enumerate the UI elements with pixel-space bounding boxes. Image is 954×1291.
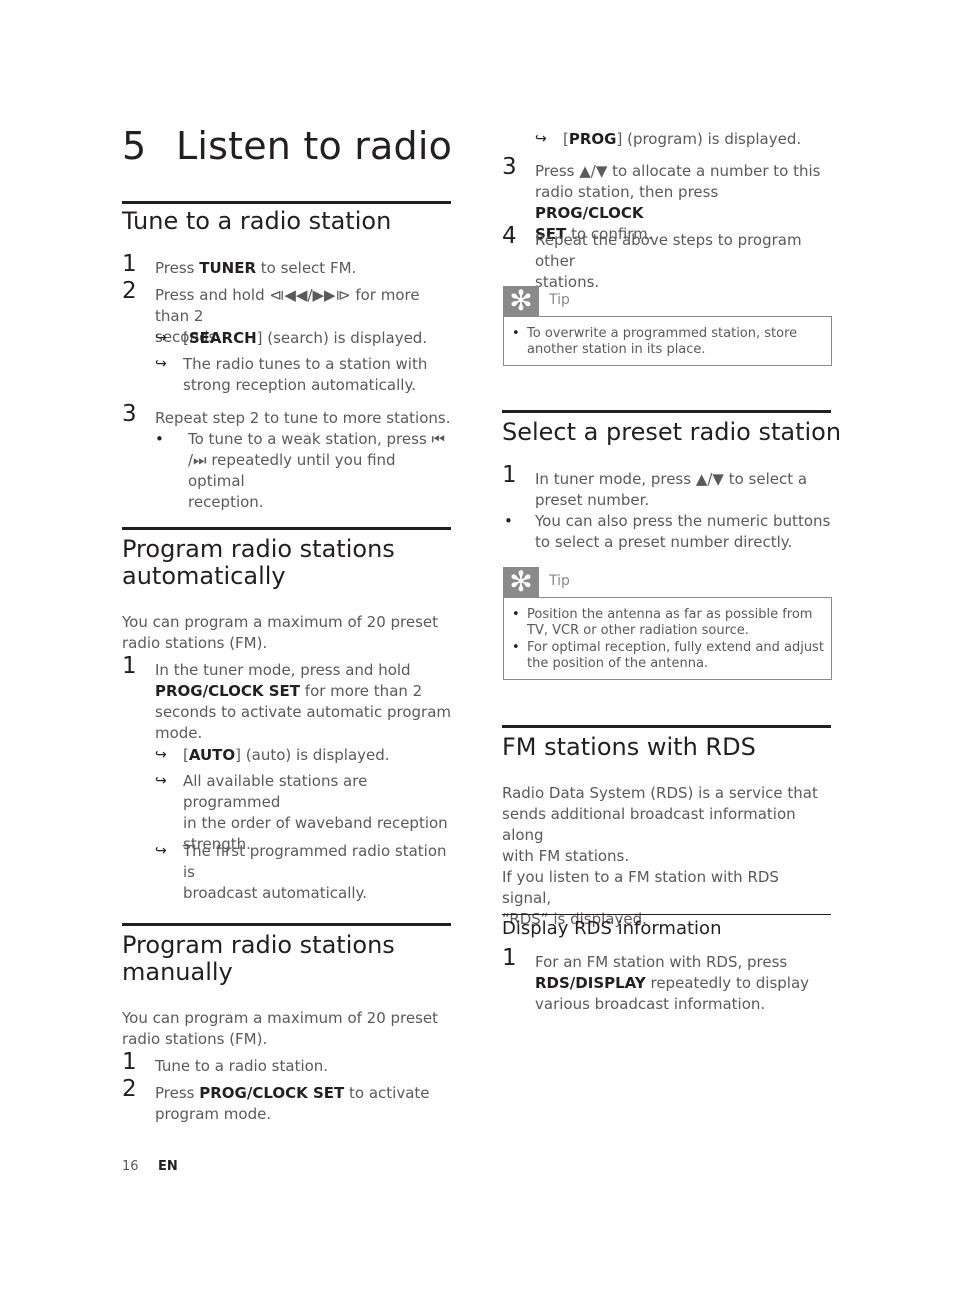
- result-text: [SEARCH] (search) is displayed.: [183, 329, 428, 347]
- key-label: RDS/DISPLAY: [535, 974, 646, 992]
- step-number: 2: [122, 278, 137, 304]
- step-text: Press PROG/CLOCK SET to activate program…: [155, 1084, 430, 1123]
- tip-header: ✻ Tip: [503, 286, 603, 316]
- result-text: [PROG] (program) is displayed.: [563, 130, 802, 148]
- page-number: 16: [122, 1159, 139, 1174]
- result-arrow-icon: ↪: [535, 131, 547, 147]
- tip-header: ✻ Tip: [503, 567, 603, 597]
- section-rule: [122, 201, 451, 204]
- step-number: 1: [122, 251, 137, 277]
- key-label: PROG/CLOCK SET: [155, 682, 301, 700]
- result-arrow-icon: ↪: [155, 330, 167, 346]
- step-number: 2: [122, 1076, 137, 1102]
- tip-box: • Position the antenna as far as possibl…: [503, 597, 832, 680]
- bullet-icon: •: [512, 326, 520, 341]
- rds-intro: Radio Data System (RDS) is a service tha…: [502, 784, 818, 928]
- step-number: 1: [502, 462, 517, 488]
- key-label: AUTO: [188, 746, 236, 764]
- key-label: PROG: [568, 130, 617, 148]
- tip-text: Position the antenna as far as possible …: [527, 607, 813, 638]
- key-label: TUNER: [199, 259, 257, 277]
- chapter-title: 5 Listen to radio: [122, 124, 452, 168]
- section-title-rds: FM stations with RDS: [502, 733, 756, 761]
- step-number: 1: [502, 945, 517, 971]
- chapter-title-text: Listen to radio: [176, 124, 453, 168]
- bullet-icon: •: [512, 607, 520, 622]
- tip-text: For optimal reception, fully extend and …: [527, 640, 824, 671]
- step-text: Tune to a radio station.: [155, 1057, 329, 1075]
- section-rule: [502, 410, 831, 413]
- result-arrow-icon: ↪: [155, 843, 167, 859]
- section-title-tune: Tune to a radio station: [122, 207, 392, 235]
- bullet-icon: •: [504, 512, 513, 530]
- result-arrow-icon: ↪: [155, 356, 167, 372]
- tip-box: • To overwrite a programmed station, sto…: [503, 316, 832, 366]
- manual-page: 5 Listen to radio Tune to a radio station…: [0, 0, 954, 1291]
- key-label: SEARCH: [188, 329, 257, 347]
- step-number: 3: [502, 154, 517, 180]
- bullet-icon: •: [155, 430, 164, 448]
- section-title-manual: Program radio stations manually: [122, 931, 395, 986]
- bullet-text: You can also press the numeric buttons t…: [535, 512, 831, 551]
- step-number: 1: [122, 653, 137, 679]
- section-rule: [122, 923, 451, 926]
- subsection-rule: [502, 914, 831, 915]
- tip-label: Tip: [549, 292, 570, 308]
- bullet-icon: •: [512, 640, 520, 655]
- section-rule: [502, 725, 831, 728]
- step-text: Press TUNER to select FM.: [155, 259, 357, 277]
- result-text: The first programmed radio station is br…: [183, 842, 447, 902]
- tip-text: To overwrite a programmed station, store…: [527, 326, 798, 357]
- section-rule: [122, 527, 451, 530]
- tip-label: Tip: [549, 573, 570, 589]
- key-label: PROG/CLOCK SET: [199, 1084, 345, 1102]
- step-number: 1: [122, 1049, 137, 1075]
- step-text: Repeat the above steps to program other …: [535, 231, 802, 291]
- result-text: [AUTO] (auto) is displayed.: [183, 746, 390, 764]
- step-number: 4: [502, 223, 517, 249]
- step-text: For an FM station with RDS, press RDS/DI…: [535, 953, 810, 1013]
- chapter-number: 5: [122, 124, 147, 168]
- section-title-preset: Select a preset radio station: [502, 418, 842, 446]
- subsection-title-display-rds: Display RDS information: [502, 918, 722, 939]
- manual-intro: You can program a maximum of 20 preset r…: [122, 1009, 439, 1048]
- step-text: In the tuner mode, press and hold PROG/C…: [155, 661, 451, 742]
- result-arrow-icon: ↪: [155, 747, 167, 763]
- asterisk-tip-icon: ✻: [503, 286, 539, 316]
- result-text: The radio tunes to a station with strong…: [183, 355, 428, 394]
- language-code: EN: [158, 1159, 178, 1174]
- step-number: 3: [122, 401, 137, 427]
- auto-intro: You can program a maximum of 20 preset r…: [122, 613, 439, 652]
- step-text: In tuner mode, press ▲/▼ to select a pre…: [535, 470, 808, 509]
- asterisk-tip-icon: ✻: [503, 567, 539, 597]
- bullet-text: To tune to a weak station, press ⏮ /⏭ re…: [188, 430, 446, 511]
- step-text: Repeat step 2 to tune to more stations.: [155, 409, 451, 427]
- page-footer: 16 EN: [122, 1159, 178, 1174]
- section-title-auto: Program radio stations automatically: [122, 535, 395, 590]
- result-arrow-icon: ↪: [155, 773, 167, 789]
